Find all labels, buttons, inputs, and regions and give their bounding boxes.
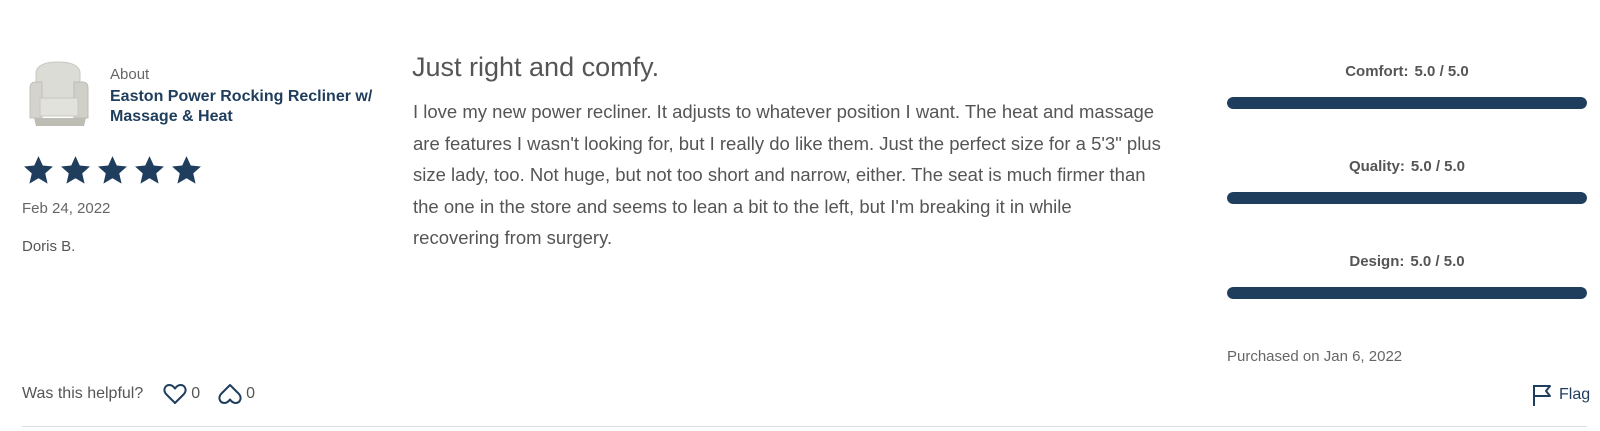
star-rating	[21, 154, 204, 187]
helpful-yes-count: 0	[191, 385, 201, 402]
helpful-yes-button[interactable]: 0	[163, 383, 200, 405]
review-date: Feb 24, 2022	[22, 200, 111, 217]
flag-label: Flag	[1559, 386, 1591, 403]
star-icon	[135, 156, 164, 184]
helpful-prompt: Was this helpful?	[22, 385, 144, 402]
star-icon	[172, 156, 201, 184]
rating-label: Design:	[1349, 253, 1405, 270]
helpful-section: Was this helpful? 0 0	[22, 383, 255, 405]
rating-quality: Quality: 5.0 / 5.0	[1227, 158, 1587, 204]
rating-value: 5.0 / 5.0	[1410, 253, 1465, 270]
helpful-no-count: 0	[246, 385, 256, 402]
product-thumbnail[interactable]	[22, 58, 96, 132]
rating-design: Design: 5.0 / 5.0	[1227, 253, 1587, 299]
about-label: About	[110, 66, 150, 83]
rating-bar-fill	[1227, 287, 1587, 299]
review-body: I love my new power recliner. It adjusts…	[413, 101, 1161, 248]
purchase-date: Purchased on Jan 6, 2022	[1227, 348, 1403, 365]
rating-bar-fill	[1227, 192, 1587, 204]
rating-comfort: Comfort: 5.0 / 5.0	[1227, 63, 1587, 109]
rating-value: 5.0 / 5.0	[1410, 158, 1466, 175]
rating-bar	[1227, 97, 1587, 109]
star-icon	[98, 156, 127, 184]
rating-bar	[1227, 287, 1587, 299]
product-name-link[interactable]: Easton Power Rocking Recliner w/ Massage…	[110, 87, 390, 127]
star-icon	[24, 156, 53, 184]
star-icon	[61, 156, 90, 184]
heart-icon	[163, 384, 187, 404]
heart-outline-down-icon	[218, 384, 242, 404]
rating-label: Quality:	[1348, 158, 1405, 175]
product-info: About Easton Power Rocking Recliner w/ M…	[22, 58, 390, 132]
helpful-no-button[interactable]: 0	[218, 383, 255, 405]
rating-label: Comfort:	[1345, 63, 1409, 80]
flag-button[interactable]: Flag	[1531, 383, 1590, 407]
rating-bar-fill	[1227, 97, 1587, 109]
review-title: Just right and comfy.	[412, 52, 660, 82]
review-card: About Easton Power Rocking Recliner w/ M…	[0, 0, 1600, 431]
reviewer-name: Doris B.	[22, 238, 76, 255]
rating-bar	[1227, 192, 1587, 204]
divider	[22, 426, 1587, 427]
flag-icon	[1533, 385, 1551, 406]
rating-value: 5.0 / 5.0	[1414, 63, 1469, 80]
